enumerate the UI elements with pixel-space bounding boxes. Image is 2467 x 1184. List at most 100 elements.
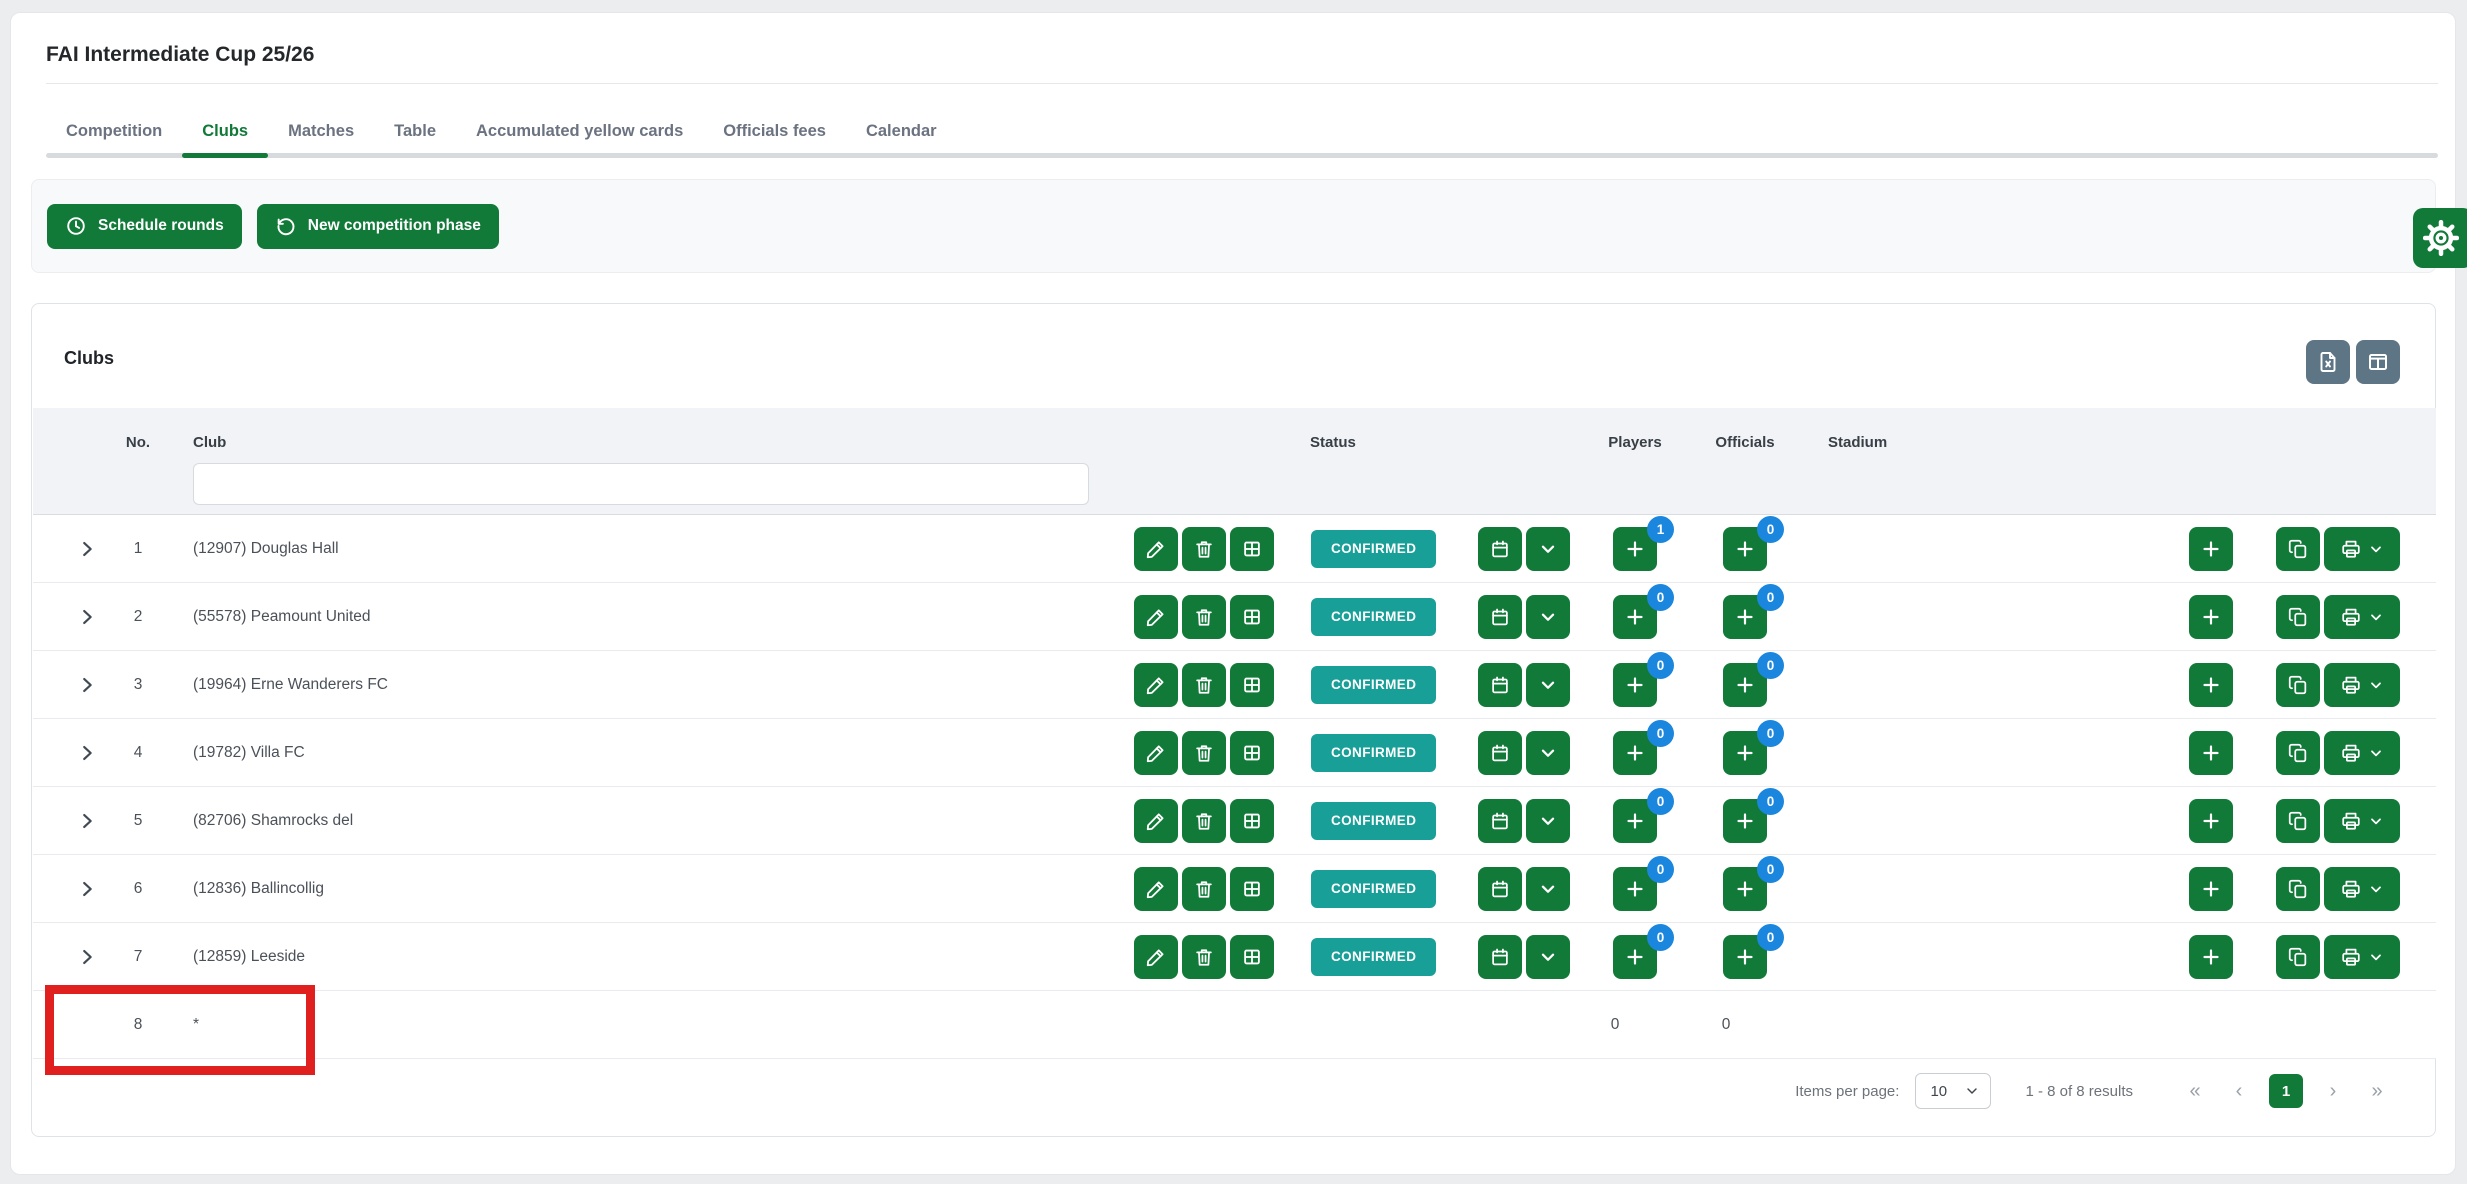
copy-icon [2287,538,2309,560]
delete-club-button[interactable] [1182,935,1226,979]
add-stadium-button[interactable] [2189,935,2233,979]
schedule-rounds-button[interactable]: Schedule rounds [47,204,242,249]
title-divider [46,83,2438,84]
edit-club-button[interactable] [1134,935,1178,979]
copy-club-button[interactable] [2276,527,2320,571]
status-badge: CONFIRMED [1311,802,1436,840]
settings-flyout-button[interactable] [2413,208,2467,268]
club-calendar-button[interactable] [1478,595,1522,639]
club-calendar-button[interactable] [1478,799,1522,843]
delete-club-button[interactable] [1182,731,1226,775]
plus-icon [1623,605,1647,629]
print-club-button[interactable] [2324,527,2400,571]
club-calendar-button[interactable] [1478,663,1522,707]
officials-count-badge: 0 [1757,584,1784,611]
new-competition-phase-button[interactable]: New competition phase [257,204,499,249]
copy-club-button[interactable] [2276,935,2320,979]
status-dropdown-button[interactable] [1526,527,1570,571]
status-dropdown-button[interactable] [1526,799,1570,843]
first-page-button[interactable]: « [2183,1080,2207,1103]
expand-row-button[interactable] [75,605,99,629]
copy-club-button[interactable] [2276,799,2320,843]
plus-icon [1623,673,1647,697]
edit-club-button[interactable] [1134,663,1178,707]
add-stadium-button[interactable] [2189,595,2233,639]
print-club-button[interactable] [2324,867,2400,911]
last-page-button[interactable]: » [2365,1080,2389,1103]
delete-club-button[interactable] [1182,799,1226,843]
delete-club-button[interactable] [1182,527,1226,571]
delete-club-button[interactable] [1182,663,1226,707]
expand-row-button[interactable] [75,537,99,561]
players-count-text: 0 [1611,1016,1620,1034]
export-excel-button[interactable] [2306,340,2350,384]
add-stadium-button[interactable] [2189,867,2233,911]
delete-club-button[interactable] [1182,595,1226,639]
trash-icon [1193,606,1215,628]
items-per-page-select[interactable]: 10 [1915,1073,1991,1109]
print-club-button[interactable] [2324,731,2400,775]
status-dropdown-button[interactable] [1526,867,1570,911]
status-dropdown-button[interactable] [1526,731,1570,775]
plus-icon [2199,877,2223,901]
club-table-button[interactable] [1230,867,1274,911]
copy-club-button[interactable] [2276,867,2320,911]
edit-club-button[interactable] [1134,867,1178,911]
current-page-button[interactable]: 1 [2269,1074,2303,1108]
column-settings-button[interactable] [2356,340,2400,384]
expand-row-button[interactable] [75,741,99,765]
tab-accumulated-yellow-cards[interactable]: Accumulated yellow cards [456,109,703,153]
chevron-down-icon [1537,742,1559,764]
edit-club-button[interactable] [1134,799,1178,843]
next-page-button[interactable]: › [2321,1080,2345,1103]
expand-row-button[interactable] [75,877,99,901]
club-table-button[interactable] [1230,731,1274,775]
tab-officials-fees[interactable]: Officials fees [703,109,846,153]
edit-club-button[interactable] [1134,595,1178,639]
expand-row-button[interactable] [75,809,99,833]
club-calendar-button[interactable] [1478,867,1522,911]
status-dropdown-button[interactable] [1526,935,1570,979]
chevron-down-icon [2368,609,2384,625]
chevron-right-icon [76,606,98,628]
club-filter-input[interactable] [193,463,1089,505]
club-calendar-button[interactable] [1478,527,1522,571]
club-calendar-button[interactable] [1478,935,1522,979]
expand-row-button[interactable] [75,673,99,697]
tab-calendar[interactable]: Calendar [846,109,957,153]
tab-matches[interactable]: Matches [268,109,374,153]
tab-table[interactable]: Table [374,109,456,153]
club-table-button[interactable] [1230,935,1274,979]
trash-icon [1193,946,1215,968]
edit-club-button[interactable] [1134,731,1178,775]
status-dropdown-button[interactable] [1526,663,1570,707]
add-stadium-button[interactable] [2189,527,2233,571]
print-club-button[interactable] [2324,595,2400,639]
print-club-button[interactable] [2324,799,2400,843]
expand-row-button[interactable] [75,945,99,969]
add-stadium-button[interactable] [2189,731,2233,775]
copy-icon [2287,606,2309,628]
table-columns-icon [2366,350,2390,374]
calendar-icon [1489,538,1511,560]
table-rows: 1 (12907) Douglas Hall CONFIRME [33,515,2436,1059]
tab-competition[interactable]: Competition [46,109,182,153]
club-table-button[interactable] [1230,663,1274,707]
copy-club-button[interactable] [2276,595,2320,639]
copy-club-button[interactable] [2276,731,2320,775]
club-table-button[interactable] [1230,527,1274,571]
club-table-button[interactable] [1230,799,1274,843]
add-stadium-button[interactable] [2189,799,2233,843]
delete-club-button[interactable] [1182,867,1226,911]
add-stadium-button[interactable] [2189,663,2233,707]
print-club-button[interactable] [2324,935,2400,979]
officials-count-badge: 0 [1757,720,1784,747]
club-calendar-button[interactable] [1478,731,1522,775]
club-table-button[interactable] [1230,595,1274,639]
edit-club-button[interactable] [1134,527,1178,571]
tab-clubs[interactable]: Clubs [182,109,268,153]
status-dropdown-button[interactable] [1526,595,1570,639]
prev-page-button[interactable]: ‹ [2227,1080,2251,1103]
print-club-button[interactable] [2324,663,2400,707]
copy-club-button[interactable] [2276,663,2320,707]
